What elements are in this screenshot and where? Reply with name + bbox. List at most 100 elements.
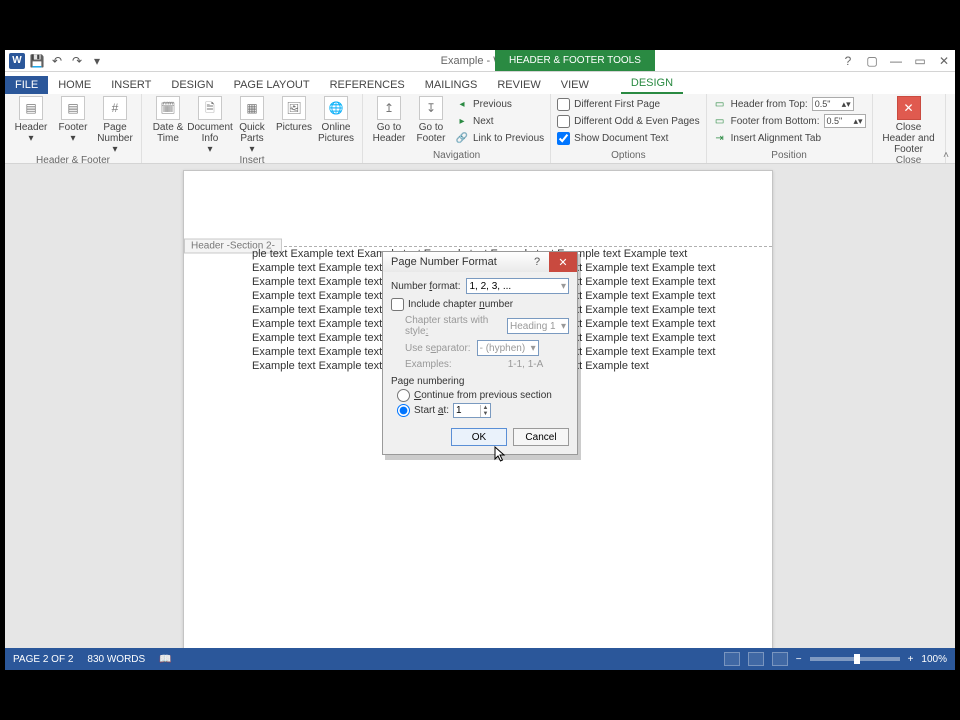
chapter-style-select: Heading 1▾ (507, 318, 569, 334)
title-bar: W 💾 ↶ ↷ ▾ Example - Word HEADER & FOOTER… (5, 50, 955, 72)
zoom-level[interactable]: 100% (921, 654, 947, 665)
spinner-icon[interactable]: ▴▾ (842, 99, 851, 110)
group-label: Navigation (369, 150, 544, 163)
tab-insert[interactable]: INSERT (101, 76, 161, 94)
qat-customize-icon[interactable]: ▾ (89, 53, 105, 69)
date-time-button[interactable]: 🗓Date & Time (148, 96, 188, 155)
close-icon: ✕ (897, 96, 921, 120)
chevron-down-icon: ▾ (531, 343, 536, 354)
next-icon: ▸ (455, 114, 469, 128)
ribbon: ▤Header▾ ▤Footer▾ #Page Number▾ Header &… (5, 94, 955, 164)
examples-value: 1-1, 1-A (508, 359, 544, 370)
goto-footer-button[interactable]: ↧Go to Footer (411, 96, 451, 146)
tab-view[interactable]: VIEW (551, 76, 599, 94)
undo-icon[interactable]: ↶ (49, 53, 65, 69)
tab-references[interactable]: REFERENCES (320, 76, 415, 94)
chapter-options: Chapter starts with style:Heading 1▾ Use… (405, 315, 569, 370)
online-pictures-button[interactable]: 🌐Online Pictures (316, 96, 356, 155)
different-first-page-checkbox[interactable]: Different First Page (557, 96, 699, 112)
header-button[interactable]: ▤Header▾ (11, 96, 51, 155)
show-document-text-checkbox[interactable]: Show Document Text (557, 130, 699, 146)
document-icon: 🗎 (198, 96, 222, 120)
proofing-icon[interactable]: 📖 (159, 654, 171, 665)
dialog-close-icon[interactable]: ✕ (549, 252, 577, 272)
footer-button[interactable]: ▤Footer▾ (53, 96, 93, 155)
tab-page-layout[interactable]: PAGE LAYOUT (224, 76, 320, 94)
dialog-title-bar[interactable]: Page Number Format ? ✕ (383, 252, 577, 272)
separator-label: Use separator: (405, 343, 471, 354)
tab-review[interactable]: REVIEW (487, 76, 550, 94)
tab-mailings[interactable]: MAILINGS (415, 76, 488, 94)
word-count[interactable]: 830 WORDS (87, 654, 145, 665)
help-icon[interactable]: ? (837, 52, 859, 70)
picture-icon: 🖼 (282, 96, 306, 120)
chevron-down-icon: ▾ (561, 281, 566, 292)
tab-file[interactable]: FILE (5, 76, 48, 94)
tab-icon: ⇥ (713, 131, 727, 145)
document-info-button[interactable]: 🗎Document Info▾ (190, 96, 230, 155)
window-controls: ? ▢ — ▭ ✕ (837, 50, 955, 71)
footer-from-bottom-field[interactable]: ▭Footer from Bottom:0.5"▴▾ (713, 113, 866, 129)
header-from-top-field[interactable]: ▭Header from Top:0.5"▴▾ (713, 96, 866, 112)
pictures-button[interactable]: 🖼Pictures (274, 96, 314, 155)
quick-parts-button[interactable]: ▦Quick Parts▾ (232, 96, 272, 155)
restore-icon[interactable]: ▭ (909, 52, 931, 70)
number-format-label: Number format: (391, 281, 460, 292)
insert-alignment-tab-button[interactable]: ⇥Insert Alignment Tab (713, 130, 866, 146)
spin-down-icon[interactable]: ▼ (481, 411, 490, 417)
continue-radio[interactable]: Continue from previous section (397, 389, 569, 402)
quick-access-toolbar: W 💾 ↶ ↷ ▾ (5, 53, 109, 69)
link-icon: 🔗 (455, 131, 469, 145)
group-insert: 🗓Date & Time 🗎Document Info▾ ▦Quick Part… (142, 94, 363, 163)
page-number-icon: # (103, 96, 127, 120)
group-options: Different First Page Different Odd & Eve… (551, 94, 706, 163)
ruler-icon: ▭ (713, 114, 727, 128)
goto-header-button[interactable]: ↥Go to Header (369, 96, 409, 146)
ribbon-display-icon[interactable]: ▢ (861, 52, 883, 70)
previous-icon: ◂ (455, 97, 469, 111)
ruler-icon: ▭ (713, 97, 727, 111)
zoom-out-icon[interactable]: − (796, 654, 802, 665)
separator-select: - (hyphen)▾ (477, 340, 539, 356)
group-label: Position (713, 150, 866, 163)
redo-icon[interactable]: ↷ (69, 53, 85, 69)
tab-home[interactable]: HOME (48, 76, 101, 94)
dialog-body: Number format: 1, 2, 3, ...▾ Include cha… (383, 272, 577, 454)
examples-label: Examples: (405, 359, 452, 370)
ok-button[interactable]: OK (451, 428, 507, 446)
zoom-thumb[interactable] (854, 654, 860, 664)
start-at-input[interactable]: ▲▼ (453, 403, 491, 418)
dialog-help-icon[interactable]: ? (527, 252, 547, 272)
zoom-in-icon[interactable]: + (908, 654, 914, 665)
different-odd-even-checkbox[interactable]: Different Odd & Even Pages (557, 113, 699, 129)
page-number-button[interactable]: #Page Number▾ (95, 96, 135, 155)
quick-parts-icon: ▦ (240, 96, 264, 120)
save-icon[interactable]: 💾 (29, 53, 45, 69)
close-header-footer-button[interactable]: ✕Close Header and Footer (879, 96, 939, 155)
spinner-icon[interactable]: ▴▾ (853, 116, 862, 127)
minimize-icon[interactable]: — (885, 52, 907, 70)
tab-design[interactable]: DESIGN (161, 76, 223, 94)
web-layout-icon[interactable] (772, 652, 788, 666)
footer-icon: ▤ (61, 96, 85, 120)
include-chapter-checkbox[interactable]: Include chapter number (391, 298, 569, 311)
print-layout-icon[interactable] (748, 652, 764, 666)
number-format-select[interactable]: 1, 2, 3, ...▾ (466, 278, 569, 294)
link-to-previous-button[interactable]: 🔗Link to Previous (455, 130, 544, 146)
contextual-tab-group: HEADER & FOOTER TOOLS (495, 50, 655, 71)
dialog-title: Page Number Format (391, 256, 497, 268)
next-button[interactable]: ▸Next (455, 113, 544, 129)
goto-footer-icon: ↧ (419, 96, 443, 120)
start-at-radio[interactable]: Start at: ▲▼ (397, 403, 569, 418)
group-header-footer: ▤Header▾ ▤Footer▾ #Page Number▾ Header &… (5, 94, 142, 163)
zoom-slider[interactable] (810, 657, 900, 661)
tab-hf-design[interactable]: DESIGN (621, 74, 683, 94)
read-mode-icon[interactable] (724, 652, 740, 666)
collapse-ribbon-icon[interactable]: ˄ (943, 150, 949, 161)
page-indicator[interactable]: PAGE 2 OF 2 (13, 654, 73, 665)
close-window-icon[interactable]: ✕ (933, 52, 955, 70)
group-position: ▭Header from Top:0.5"▴▾ ▭Footer from Bot… (707, 94, 873, 163)
previous-button[interactable]: ◂Previous (455, 96, 544, 112)
ribbon-tabs: FILE HOME INSERT DESIGN PAGE LAYOUT REFE… (5, 72, 955, 94)
cancel-button[interactable]: Cancel (513, 428, 569, 446)
